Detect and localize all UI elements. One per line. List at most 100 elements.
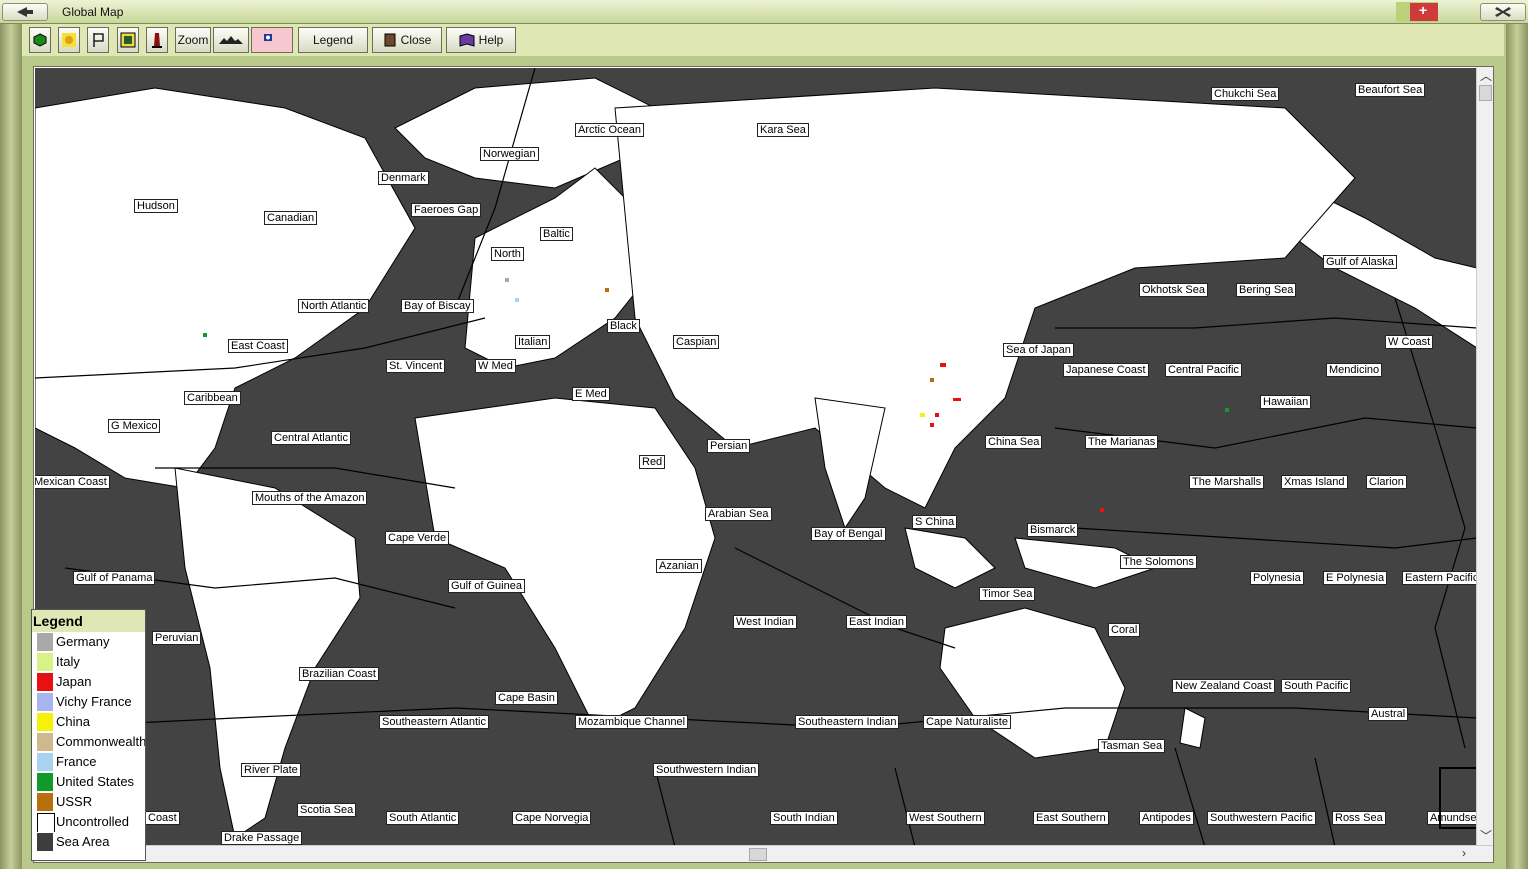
sea-label-peruvian[interactable]: Peruvian — [152, 631, 202, 645]
flag-toggle-button[interactable] — [87, 27, 109, 53]
scroll-down-icon[interactable]: ﹀ — [1480, 827, 1492, 844]
terrain-button[interactable] — [213, 27, 249, 53]
sea-label-azanian[interactable]: Azanian — [656, 559, 702, 573]
sea-label-cape-basin[interactable]: Cape Basin — [495, 691, 558, 705]
sea-label-coast[interactable]: Coast — [145, 811, 180, 825]
sea-label-east-coast[interactable]: East Coast — [228, 339, 288, 353]
world-map[interactable]: Arctic Ocean Kara Sea Chukchi Sea Beaufo… — [35, 68, 1477, 847]
sea-label-gulf-of-guinea[interactable]: Gulf of Guinea — [448, 579, 525, 593]
sea-label-kara-sea[interactable]: Kara Sea — [757, 123, 809, 137]
sea-label-central-pacific[interactable]: Central Pacific — [1165, 363, 1242, 377]
sea-label-southeastern-indian[interactable]: Southeastern Indian — [795, 715, 900, 729]
sea-label-south-indian[interactable]: South Indian — [770, 811, 838, 825]
sea-label-arabian-sea[interactable]: Arabian Sea — [705, 507, 772, 521]
sea-label-bay-of-biscay[interactable]: Bay of Biscay — [401, 299, 474, 313]
sea-label-river-plate[interactable]: River Plate — [241, 763, 301, 777]
sea-label-antipodes[interactable]: Antipodes — [1139, 811, 1194, 825]
map-viewport[interactable]: Arctic Ocean Kara Sea Chukchi Sea Beaufo… — [33, 66, 1494, 863]
sea-label-persian[interactable]: Persian — [707, 439, 751, 453]
sea-label-ross-sea[interactable]: Ross Sea — [1332, 811, 1386, 825]
legend-button[interactable]: Legend — [298, 27, 368, 53]
nationality-button[interactable] — [251, 27, 293, 53]
sea-label-drake-passage[interactable]: Drake Passage — [221, 831, 303, 845]
sea-label-cape-verde[interactable]: Cape Verde — [385, 531, 450, 545]
sea-label-new-zealand-coast[interactable]: New Zealand Coast — [1172, 679, 1275, 693]
sea-label-faeroes-gap[interactable]: Faeroes Gap — [411, 203, 482, 217]
sun-filter-button[interactable] — [58, 27, 80, 53]
sea-label-southwestern-indian[interactable]: Southwestern Indian — [653, 763, 760, 777]
sea-label-southeastern-atlantic[interactable]: Southeastern Atlantic — [379, 715, 489, 729]
scroll-up-icon[interactable]: ︿ — [1480, 67, 1492, 84]
help-button[interactable]: Help — [446, 27, 516, 53]
sea-label-chukchi-sea[interactable]: Chukchi Sea — [1211, 87, 1280, 101]
sea-label-hudson[interactable]: Hudson — [134, 199, 178, 213]
sea-label-east-southern[interactable]: East Southern — [1033, 811, 1109, 825]
sea-label-scotia-sea[interactable]: Scotia Sea — [297, 803, 357, 817]
sea-label-caspian[interactable]: Caspian — [673, 335, 720, 349]
sea-label-coral[interactable]: Coral — [1108, 623, 1141, 637]
vertical-scrollbar[interactable]: ︿ ﹀ — [1476, 67, 1493, 846]
sea-label-canadian[interactable]: Canadian — [264, 211, 318, 225]
sea-label-mendicino[interactable]: Mendicino — [1326, 363, 1383, 377]
sea-label-bismarck[interactable]: Bismarck — [1027, 523, 1079, 537]
hex-filter-button[interactable] — [29, 27, 51, 53]
sea-label-east-indian[interactable]: East Indian — [846, 615, 908, 629]
vertical-scroll-thumb[interactable] — [1479, 85, 1492, 101]
sea-label-w-med[interactable]: W Med — [475, 359, 516, 373]
sea-label-timor-sea[interactable]: Timor Sea — [979, 587, 1036, 601]
sea-label-caribbean[interactable]: Caribbean — [184, 391, 241, 405]
sea-label-mexican-coast[interactable]: Mexican Coast — [35, 475, 110, 489]
sea-label-cape-norvegia[interactable]: Cape Norvegia — [512, 811, 592, 825]
sea-label-the-marianas[interactable]: The Marianas — [1085, 435, 1159, 449]
sea-label-italian[interactable]: Italian — [515, 335, 551, 349]
sea-label-tasman-sea[interactable]: Tasman Sea — [1098, 739, 1166, 753]
sea-label-xmas-island[interactable]: Xmas Island — [1281, 475, 1348, 489]
sea-label-bay-of-bengal[interactable]: Bay of Bengal — [811, 527, 886, 541]
sea-label-the-marshalls[interactable]: The Marshalls — [1189, 475, 1265, 489]
sea-label-e-polynesia[interactable]: E Polynesia — [1323, 571, 1388, 585]
sea-label-beaufort-sea[interactable]: Beaufort Sea — [1355, 83, 1426, 97]
sea-label-eastern-pacific[interactable]: Eastern Pacific — [1402, 571, 1477, 585]
sea-label-southwestern-pacific[interactable]: Southwestern Pacific — [1207, 811, 1316, 825]
sea-label-japanese-coast[interactable]: Japanese Coast — [1063, 363, 1149, 377]
sea-label-china-sea[interactable]: China Sea — [985, 435, 1043, 449]
sea-label-clarion[interactable]: Clarion — [1366, 475, 1407, 489]
sea-label-cape-naturaliste[interactable]: Cape Naturaliste — [923, 715, 1011, 729]
unit-filter-button[interactable] — [117, 27, 139, 53]
sea-label-south-pacific[interactable]: South Pacific — [1281, 679, 1352, 693]
sea-label-sea-of-japan[interactable]: Sea of Japan — [1003, 343, 1074, 357]
sea-label-bering-sea[interactable]: Bering Sea — [1236, 283, 1297, 297]
sea-label-polynesia[interactable]: Polynesia — [1250, 571, 1304, 585]
sea-label-w-coast[interactable]: W Coast — [1385, 335, 1434, 349]
zoom-button[interactable]: Zoom — [175, 27, 211, 53]
lighthouse-button[interactable] — [146, 27, 168, 53]
sea-label-south-atlantic[interactable]: South Atlantic — [386, 811, 460, 825]
sea-label-gulf-of-alaska[interactable]: Gulf of Alaska — [1323, 255, 1397, 269]
horizontal-scrollbar[interactable]: › — [34, 845, 1493, 862]
sea-label-g-mexico[interactable]: G Mexico — [108, 419, 161, 433]
sea-label-brazilian-coast[interactable]: Brazilian Coast — [299, 667, 379, 681]
sea-label-west-southern[interactable]: West Southern — [906, 811, 985, 825]
sea-label-the-solomons[interactable]: The Solomons — [1120, 555, 1197, 569]
sea-label-e-med[interactable]: E Med — [572, 387, 610, 401]
sea-label-hawaiian[interactable]: Hawaiian — [1260, 395, 1312, 409]
sea-label-west-indian[interactable]: West Indian — [733, 615, 797, 629]
sea-label-mozambique-channel[interactable]: Mozambique Channel — [575, 715, 689, 729]
sea-label-gulf-of-panama[interactable]: Gulf of Panama — [73, 571, 156, 585]
sea-label-north-atlantic[interactable]: North Atlantic — [298, 299, 370, 313]
scroll-right-icon[interactable]: › — [1462, 846, 1466, 860]
sea-label-st-vincent[interactable]: St. Vincent — [386, 359, 445, 373]
sea-label-denmark[interactable]: Denmark — [378, 171, 429, 185]
horizontal-scroll-thumb[interactable] — [749, 848, 767, 861]
window-close-button[interactable] — [1480, 3, 1526, 21]
sea-label-north[interactable]: North — [491, 247, 524, 261]
sea-label-mouths-of-the-amazon[interactable]: Mouths of the Amazon — [252, 491, 368, 505]
sea-label-red[interactable]: Red — [639, 455, 666, 469]
sea-label-okhotsk-sea[interactable]: Okhotsk Sea — [1139, 283, 1208, 297]
close-button[interactable]: Close — [372, 27, 442, 53]
sea-label-central-atlantic[interactable]: Central Atlantic — [271, 431, 351, 445]
sea-label-austral[interactable]: Austral — [1368, 707, 1409, 721]
sea-label-black[interactable]: Black — [607, 319, 640, 333]
sea-label-s-china[interactable]: S China — [912, 515, 958, 529]
sea-label-arctic-ocean[interactable]: Arctic Ocean — [575, 123, 644, 137]
